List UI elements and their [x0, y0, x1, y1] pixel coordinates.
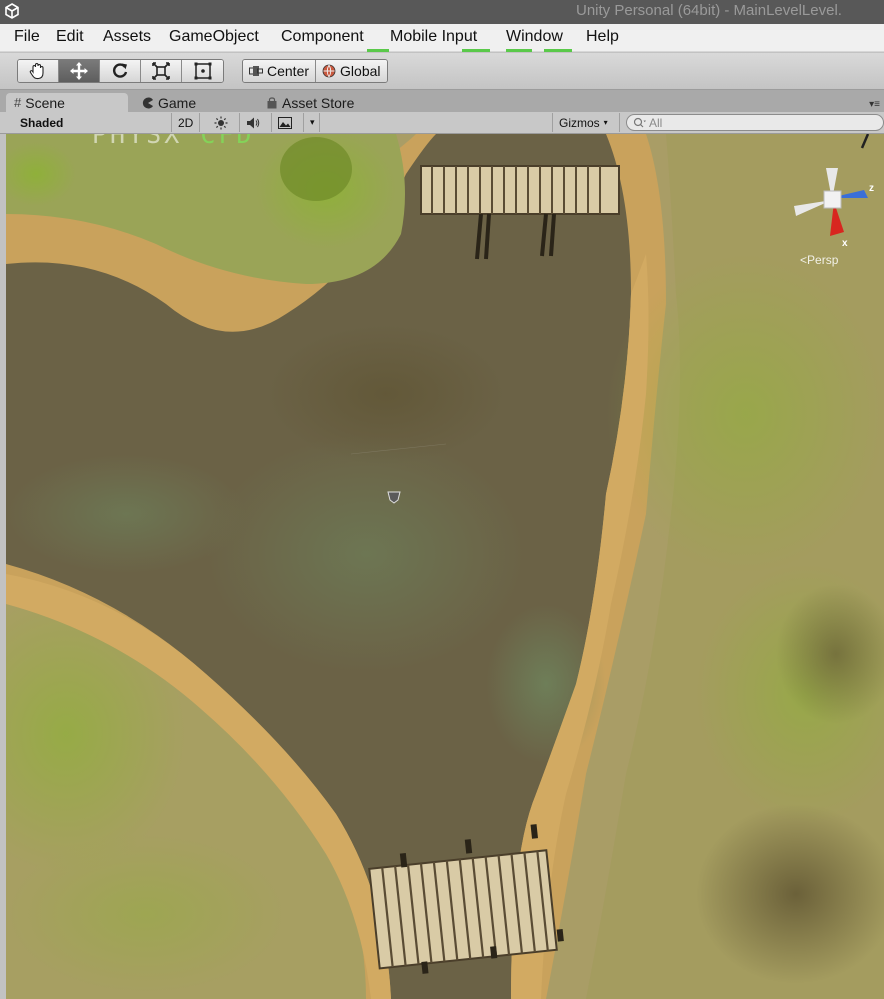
menu-bar: File Edit Assets GameObject Component Mo… [0, 24, 884, 52]
window-title: Unity Personal (64bit) - MainLevelLevel. [576, 2, 842, 19]
menu-window[interactable]: Window [506, 28, 563, 46]
axis-x-label: x [842, 238, 848, 246]
pivot-rotation-button[interactable]: Global [316, 60, 387, 82]
overlay-text-b: CFD [200, 134, 255, 149]
menu-accent-line [462, 49, 490, 52]
unity-logo-icon [5, 3, 19, 19]
scale-tool-button[interactable] [141, 60, 182, 82]
image-effects-icon [278, 116, 292, 129]
title-bar: Unity Personal (64bit) - MainLevelLevel. [0, 0, 884, 24]
scene-search-placeholder: All [649, 115, 663, 130]
scene-search-input[interactable]: All [626, 114, 884, 131]
axis-z-label: z [869, 183, 874, 194]
rect-transform-icon [194, 62, 211, 80]
menu-accent-line [544, 49, 572, 52]
effects-toggle[interactable] [272, 113, 304, 132]
menu-accent-line [506, 49, 532, 52]
pivot-mode-label: Center [267, 63, 310, 79]
projection-label: Persp [807, 253, 839, 267]
center-pivot-icon [249, 66, 263, 76]
scene-orientation-gizmo[interactable]: z x [792, 160, 878, 246]
tab-asset-store-label: Asset Store [282, 94, 355, 111]
window-tab-strip: # Scene Game Asset Store ▾≡ [0, 90, 884, 112]
hand-tool-button[interactable] [18, 60, 59, 82]
menu-mobile-input[interactable]: Mobile Input [390, 28, 477, 46]
rotate-tool-button[interactable] [100, 60, 141, 82]
globe-icon [322, 64, 336, 78]
move-tool-button[interactable] [59, 60, 100, 82]
rotate-icon [113, 63, 128, 78]
tab-asset-store[interactable]: Asset Store [258, 93, 362, 112]
scene-view-toolbar: Shaded 2D ▾ Gizmos ▾ All [0, 112, 884, 134]
rect-tool-button[interactable] [182, 60, 223, 82]
mode-2d-toggle[interactable]: 2D [172, 113, 201, 132]
transform-tools [17, 59, 224, 83]
asset-store-bag-icon [267, 96, 277, 108]
menu-file[interactable]: File [14, 28, 40, 46]
menu-gameobject[interactable]: GameObject [169, 28, 259, 46]
gizmos-dropdown[interactable]: Gizmos ▾ [552, 113, 620, 132]
physx-overlay: PHYSX CFD [92, 134, 254, 149]
tab-game-label: Game [158, 94, 197, 111]
draw-mode-dropdown[interactable]: Shaded [14, 113, 172, 132]
move-arrows-icon [70, 62, 88, 80]
menu-edit[interactable]: Edit [56, 28, 84, 46]
draw-mode-label: Shaded [20, 115, 64, 130]
pivot-rotation-label: Global [340, 63, 381, 79]
tab-scene-label: Scene [25, 94, 65, 111]
scene-grid-icon: # [14, 95, 22, 110]
tab-scene[interactable]: # Scene [6, 93, 128, 112]
terrain-render [6, 134, 884, 999]
game-pacman-icon [142, 97, 153, 108]
lighting-toggle[interactable] [208, 113, 240, 132]
hand-icon [29, 62, 44, 80]
dropdown-arrow-icon: ▾ [603, 118, 608, 127]
pivot-mode-button[interactable]: Center [243, 60, 317, 82]
scale-icon [152, 62, 170, 80]
audio-toggle[interactable] [240, 113, 272, 132]
menu-help[interactable]: Help [586, 28, 619, 46]
tab-menu-icon[interactable]: ▾≡ [869, 99, 880, 110]
dropdown-arrow-icon: ▾ [310, 117, 315, 127]
effects-dropdown[interactable]: ▾ [304, 113, 320, 132]
sun-icon [214, 116, 228, 129]
back-arrow-icon: < [800, 253, 808, 267]
projection-toggle[interactable]: <Persp [800, 253, 838, 267]
menu-accent-line [367, 49, 389, 52]
menu-assets[interactable]: Assets [103, 28, 151, 46]
overlay-text-a: PHYSX [92, 134, 183, 149]
search-icon [633, 117, 646, 128]
mode-2d-label: 2D [178, 115, 194, 130]
tab-game[interactable]: Game [134, 93, 204, 112]
menu-component[interactable]: Component [281, 28, 364, 46]
main-toolbar: Center Global [0, 53, 884, 90]
speaker-icon [247, 117, 260, 128]
pivot-toggles: Center Global [242, 59, 388, 83]
gizmos-label: Gizmos [559, 115, 600, 130]
scene-viewport[interactable]: PHYSX CFD z x <Persp [6, 134, 884, 999]
